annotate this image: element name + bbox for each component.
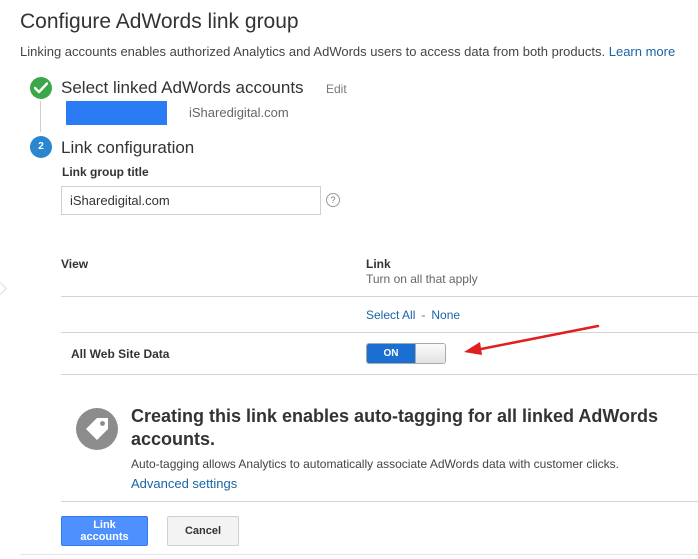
help-circle-icon[interactable]: ? [326, 193, 340, 207]
step1-label: Select linked AdWords accounts [61, 78, 304, 97]
link-toggle[interactable]: ON [366, 343, 446, 364]
view-name: All Web Site Data [71, 347, 170, 361]
cancel-button[interactable]: Cancel [167, 516, 239, 546]
link-group-title-input[interactable] [61, 186, 321, 215]
toggle-knob[interactable] [415, 344, 445, 363]
column-header-link: Link [366, 257, 391, 271]
select-all-link[interactable]: Select All [366, 308, 415, 322]
step-connector [40, 101, 41, 132]
advanced-settings-link[interactable]: Advanced settings [131, 476, 237, 491]
learn-more-link[interactable]: Learn more [609, 44, 675, 59]
footer-divider [20, 554, 698, 555]
toggle-on-label: ON [367, 344, 415, 363]
step2-label: Link configuration [61, 138, 195, 157]
step2-number: 2 [30, 136, 52, 158]
divider [61, 374, 698, 375]
select-none-link[interactable]: None [431, 308, 460, 322]
separator: - [421, 308, 426, 322]
autotag-heading: Creating this link enables auto-tagging … [131, 406, 659, 449]
red-arrow-icon [464, 324, 600, 355]
edit-link[interactable]: Edit [326, 82, 347, 96]
divider [61, 501, 698, 502]
autotag-description: Auto-tagging allows Analytics to automat… [131, 457, 620, 471]
page-title: Configure AdWords link group [20, 10, 299, 33]
select-all-controls: Select All - None [366, 308, 460, 322]
tag-icon [76, 408, 118, 450]
column-header-link-subtitle: Turn on all that apply [366, 272, 478, 286]
description-text: Linking accounts enables authorized Anal… [20, 44, 606, 59]
page-description: Linking accounts enables authorized Anal… [20, 44, 675, 59]
column-header-view: View [61, 257, 89, 271]
divider [61, 332, 698, 333]
link-accounts-button[interactable]: Link accounts [61, 516, 148, 546]
check-circle-icon [30, 77, 52, 99]
divider [61, 296, 698, 297]
linked-account-name: iSharedigital.com [189, 105, 289, 120]
chevron-left-icon [0, 282, 7, 295]
redacted-account-id [66, 101, 167, 125]
link-group-title-label: Link group title [62, 165, 149, 179]
